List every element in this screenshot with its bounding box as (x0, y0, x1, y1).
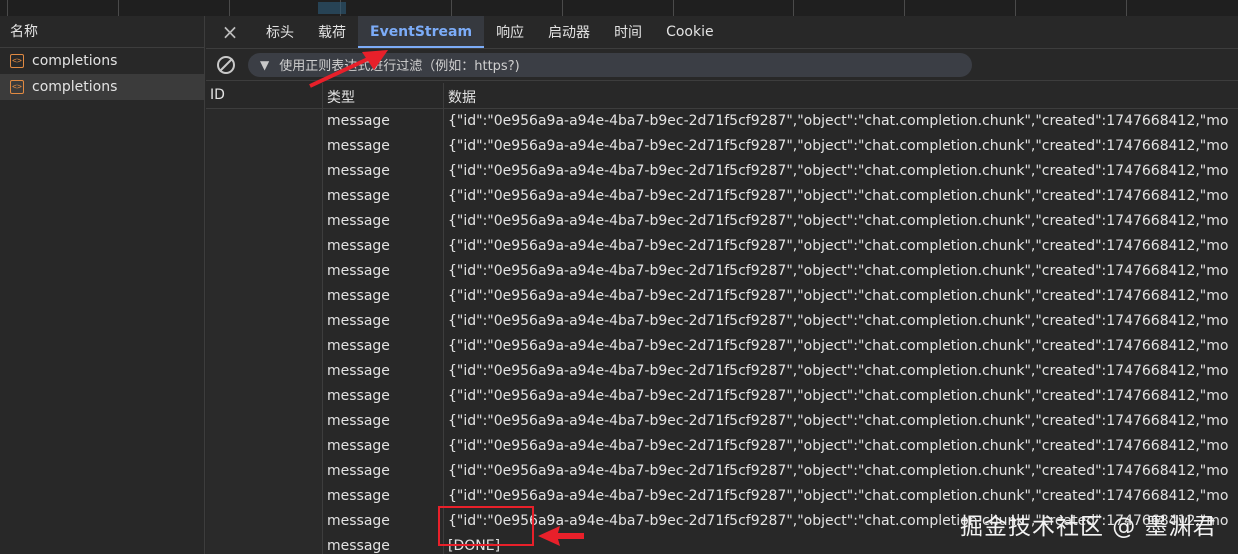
row-type: message (327, 513, 390, 529)
table-row[interactable]: message {"id":"0e956a9a-a94e-4ba7-b9ec-2d… (206, 334, 1238, 359)
timeline-tick (904, 0, 905, 16)
row-data: {"id":"0e956a9a-a94e-4ba7-b9ec-2d71f5cf9… (448, 138, 1229, 154)
column-header-id[interactable]: ID (210, 87, 225, 103)
annotation-arrow-done (538, 526, 584, 546)
timeline-tick (451, 0, 452, 16)
row-data: {"id":"0e956a9a-a94e-4ba7-b9ec-2d71f5cf9… (448, 488, 1229, 504)
table-row[interactable]: message {"id":"0e956a9a-a94e-4ba7-b9ec-2d… (206, 259, 1238, 284)
table-row[interactable]: message {"id":"0e956a9a-a94e-4ba7-b9ec-2d… (206, 384, 1238, 409)
table-row[interactable]: message {"id":"0e956a9a-a94e-4ba7-b9ec-2d… (206, 309, 1238, 334)
timeline-tick (673, 0, 674, 16)
table-row[interactable]: message {"id":"0e956a9a-a94e-4ba7-b9ec-2d… (206, 359, 1238, 384)
timeline-request-bar (318, 2, 346, 14)
annotation-arrow-tab (309, 50, 388, 88)
timeline-tick (7, 0, 8, 16)
tab-initiator[interactable]: 启动器 (536, 16, 602, 48)
table-row[interactable]: message {"id":"0e956a9a-a94e-4ba7-b9ec-2d… (206, 459, 1238, 484)
row-data: {"id":"0e956a9a-a94e-4ba7-b9ec-2d71f5cf9… (448, 313, 1229, 329)
row-data: {"id":"0e956a9a-a94e-4ba7-b9ec-2d71f5cf9… (448, 288, 1229, 304)
row-data: {"id":"0e956a9a-a94e-4ba7-b9ec-2d71f5cf9… (448, 463, 1229, 479)
timeline-tick (118, 0, 119, 16)
timeline-tick (229, 0, 230, 16)
filter-icon: ▼ (260, 57, 270, 72)
row-type: message (327, 138, 390, 154)
row-type: message (327, 288, 390, 304)
row-type: message (327, 388, 390, 404)
table-row[interactable]: message {"id":"0e956a9a-a94e-4ba7-b9ec-2d… (206, 409, 1238, 434)
document-icon: <> (10, 80, 24, 94)
row-type: message (327, 538, 390, 554)
row-data: {"id":"0e956a9a-a94e-4ba7-b9ec-2d71f5cf9… (448, 113, 1229, 129)
row-type: message (327, 113, 390, 129)
table-row[interactable]: message {"id":"0e956a9a-a94e-4ba7-b9ec-2d… (206, 184, 1238, 209)
request-item-selected[interactable]: <> completions (0, 74, 204, 100)
eventstream-table: ID 类型 数据 message {"id":"0e956a9a-a94e-4ba… (206, 83, 1238, 554)
column-divider[interactable] (322, 83, 323, 554)
column-divider[interactable] (443, 83, 444, 554)
row-data: {"id":"0e956a9a-a94e-4ba7-b9ec-2d71f5cf9… (448, 188, 1229, 204)
row-data: {"id":"0e956a9a-a94e-4ba7-b9ec-2d71f5cf9… (448, 163, 1229, 179)
row-type: message (327, 213, 390, 229)
close-icon[interactable]: × (206, 16, 254, 48)
row-data: {"id":"0e956a9a-a94e-4ba7-b9ec-2d71f5cf9… (448, 213, 1229, 229)
timeline-tick (793, 0, 794, 16)
row-data: {"id":"0e956a9a-a94e-4ba7-b9ec-2d71f5cf9… (448, 338, 1229, 354)
tab-timing[interactable]: 时间 (602, 16, 654, 48)
table-row[interactable]: message {"id":"0e956a9a-a94e-4ba7-b9ec-2d… (206, 284, 1238, 309)
tab-cookies[interactable]: Cookie (654, 16, 726, 48)
row-data: {"id":"0e956a9a-a94e-4ba7-b9ec-2d71f5cf9… (448, 238, 1229, 254)
tab-headers[interactable]: 标头 (254, 16, 306, 48)
table-body: message {"id":"0e956a9a-a94e-4ba7-b9ec-2d… (206, 109, 1238, 554)
table-row[interactable]: message {"id":"0e956a9a-a94e-4ba7-b9ec-2d… (206, 209, 1238, 234)
request-item[interactable]: <> completions (0, 48, 204, 74)
row-type: message (327, 338, 390, 354)
row-data: {"id":"0e956a9a-a94e-4ba7-b9ec-2d71f5cf9… (448, 363, 1229, 379)
row-type: message (327, 463, 390, 479)
column-header-data[interactable]: 数据 (448, 87, 476, 107)
document-icon: <> (10, 54, 24, 68)
clear-icon[interactable] (206, 55, 246, 74)
row-type: message (327, 313, 390, 329)
table-row[interactable]: message {"id":"0e956a9a-a94e-4ba7-b9ec-2d… (206, 434, 1238, 459)
watermark: 掘金技术社区 @ 墨渊君 (960, 514, 1217, 540)
table-row[interactable]: message {"id":"0e956a9a-a94e-4ba7-b9ec-2d… (206, 484, 1238, 509)
request-list-header[interactable]: 名称 (0, 16, 204, 48)
row-type: message (327, 363, 390, 379)
row-type: message (327, 438, 390, 454)
request-list-panel: 名称 <> completions <> completions (0, 16, 205, 554)
table-row[interactable]: message {"id":"0e956a9a-a94e-4ba7-b9ec-2d… (206, 109, 1238, 134)
row-data: {"id":"0e956a9a-a94e-4ba7-b9ec-2d71f5cf9… (448, 388, 1229, 404)
row-type: message (327, 488, 390, 504)
table-row[interactable]: message {"id":"0e956a9a-a94e-4ba7-b9ec-2d… (206, 159, 1238, 184)
table-row[interactable]: message {"id":"0e956a9a-a94e-4ba7-b9ec-2d… (206, 234, 1238, 259)
annotation-box-done (438, 506, 534, 546)
row-data: {"id":"0e956a9a-a94e-4ba7-b9ec-2d71f5cf9… (448, 438, 1229, 454)
tab-response[interactable]: 响应 (484, 16, 536, 48)
row-data: {"id":"0e956a9a-a94e-4ba7-b9ec-2d71f5cf9… (448, 413, 1229, 429)
row-type: message (327, 188, 390, 204)
row-type: message (327, 163, 390, 179)
request-name: completions (32, 53, 118, 69)
timeline-tick (562, 0, 563, 16)
request-name: completions (32, 79, 118, 95)
row-type: message (327, 413, 390, 429)
timeline-tick (1015, 0, 1016, 16)
row-type: message (327, 238, 390, 254)
details-panel: × 标头 载荷 EventStream 响应 启动器 时间 Cookie ▼ 使… (206, 16, 1238, 554)
table-row[interactable]: message {"id":"0e956a9a-a94e-4ba7-b9ec-2d… (206, 134, 1238, 159)
timeline-tick (1126, 0, 1127, 16)
row-data: {"id":"0e956a9a-a94e-4ba7-b9ec-2d71f5cf9… (448, 263, 1229, 279)
row-type: message (327, 263, 390, 279)
timeline-strip (0, 0, 1238, 16)
